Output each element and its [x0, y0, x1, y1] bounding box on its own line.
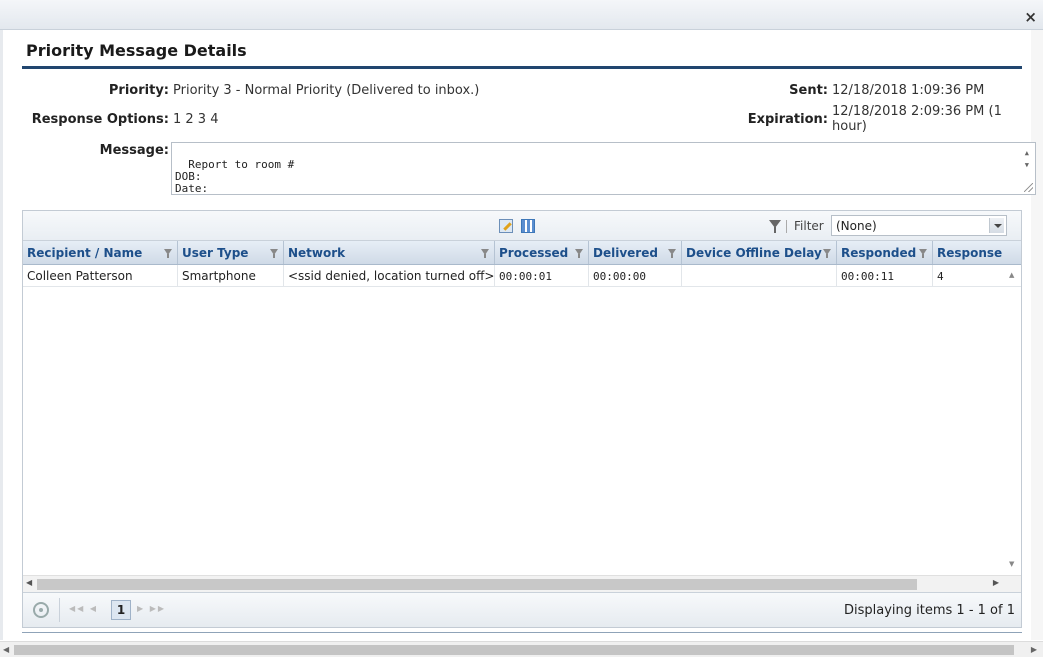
message-textarea[interactable]: Report to room # DOB: Date: ▲ ▼ — [171, 142, 1036, 195]
toolbar-separator — [786, 220, 787, 233]
filter-icon[interactable] — [575, 249, 583, 258]
cell-user-type: Smartphone — [178, 265, 284, 287]
table-row[interactable]: Colleen Patterson Smartphone <ssid denie… — [23, 265, 1021, 287]
column-header-response[interactable]: Response — [933, 241, 1021, 264]
column-header-label: Delivered — [593, 246, 658, 260]
filter-icon[interactable] — [668, 249, 676, 258]
title-divider — [22, 66, 1022, 69]
message-scroll-up-icon[interactable]: ▲ — [1025, 147, 1029, 159]
filter-select[interactable]: (None) — [831, 215, 1007, 236]
column-header-label: Recipient / Name — [27, 246, 143, 260]
filter-icon[interactable] — [164, 249, 172, 258]
grid-horizontal-scrollbar[interactable]: ◀ ▶ — [23, 575, 1021, 592]
pager-divider — [59, 598, 60, 622]
cell-recipient: Colleen Patterson — [23, 265, 178, 287]
priority-value: Priority 3 - Normal Priority (Delivered … — [173, 83, 480, 98]
first-prev-page-icon[interactable]: ◀◀ ◀ — [69, 604, 98, 613]
pager-info: Displaying items 1 - 1 of 1 — [844, 603, 1015, 618]
window-left-edge — [0, 30, 3, 640]
column-header-network[interactable]: Network — [284, 241, 495, 264]
sent-label: Sent: — [789, 83, 828, 98]
scroll-left-icon[interactable]: ◀ — [3, 645, 9, 654]
cell-network: <ssid denied, location turned off> — [284, 265, 495, 287]
filter-icon[interactable] — [270, 249, 278, 258]
grid-toolbar: Filter (None) — [23, 211, 1021, 241]
scroll-right-icon[interactable]: ▶ — [1031, 645, 1037, 654]
cell-responded: 00:00:11 — [837, 265, 933, 287]
columns-icon[interactable] — [521, 219, 535, 233]
recipients-grid: Filter (None) Recipient / Name User Type… — [22, 210, 1022, 628]
grid-scroll-up-icon[interactable]: ▲ — [1009, 271, 1014, 279]
page-title: Priority Message Details — [26, 41, 247, 60]
filter-icon[interactable] — [919, 249, 927, 258]
filter-icon[interactable] — [481, 249, 489, 258]
column-header-processed[interactable]: Processed — [495, 241, 589, 264]
current-page-button[interactable]: 1 — [111, 600, 131, 620]
expiration-value: 12/18/2018 2:09:36 PM (1 hour) — [832, 104, 1002, 134]
response-options-value: 1 2 3 4 — [173, 112, 219, 127]
clear-filter-icon[interactable] — [769, 220, 781, 233]
filter-select-value: (None) — [836, 219, 877, 233]
refresh-icon[interactable] — [33, 602, 49, 618]
cell-device-offline-delay — [682, 265, 837, 287]
resize-grip-icon[interactable] — [1024, 183, 1033, 192]
column-header-user-type[interactable]: User Type — [178, 241, 284, 264]
grid-scroll-down-icon[interactable]: ▼ — [1009, 560, 1014, 568]
filter-label: Filter — [794, 219, 824, 233]
expiration-label: Expiration: — [747, 112, 828, 127]
sent-value: 12/18/2018 1:09:36 PM — [832, 83, 985, 98]
column-header-label: Processed — [499, 246, 569, 260]
message-scroll-down-icon[interactable]: ▼ — [1025, 159, 1029, 171]
expiration-value-line2: hour) — [832, 119, 867, 134]
scroll-right-icon[interactable]: ▶ — [993, 578, 999, 587]
grid-pager: ◀◀ ◀ 1 ▶ ▶▶ Displaying items 1 - 1 of 1 — [23, 592, 1021, 627]
column-header-label: Network — [288, 246, 346, 260]
column-header-responded[interactable]: Responded — [837, 241, 933, 264]
scrollbar-thumb[interactable] — [37, 579, 917, 590]
column-header-delivered[interactable]: Delivered — [589, 241, 682, 264]
column-header-label: User Type — [182, 246, 249, 260]
column-header-label: Response — [937, 246, 1003, 260]
column-header-label: Device Offline Delay — [686, 246, 822, 260]
footer-divider — [22, 632, 1022, 633]
response-options-label: Response Options: — [31, 112, 169, 127]
expiration-value-line1: 12/18/2018 2:09:36 PM (1 — [832, 104, 1002, 119]
message-text: Report to room # DOB: Date: — [175, 158, 295, 195]
window-titlebar: × — [0, 0, 1043, 30]
message-label: Message: — [99, 143, 169, 158]
column-header-device-offline-delay[interactable]: Device Offline Delay — [682, 241, 837, 264]
grid-header: Recipient / Name User Type Network Proce… — [23, 241, 1021, 265]
cell-delivered: 00:00:00 — [589, 265, 682, 287]
cell-response: 4 — [937, 270, 944, 283]
chevron-down-icon[interactable] — [989, 218, 1004, 233]
scrollbar-thumb[interactable] — [14, 645, 1014, 655]
close-icon[interactable]: × — [1024, 10, 1037, 25]
window-vertical-scrollbar[interactable] — [1031, 30, 1043, 640]
cell-processed: 00:00:01 — [495, 265, 589, 287]
edit-icon[interactable] — [499, 219, 513, 233]
priority-label: Priority: — [108, 83, 169, 98]
scroll-left-icon[interactable]: ◀ — [26, 578, 32, 587]
column-header-label: Responded — [841, 246, 917, 260]
filter-icon[interactable] — [823, 249, 831, 258]
next-last-page-icon[interactable]: ▶ ▶▶ — [137, 604, 166, 613]
column-header-recipient[interactable]: Recipient / Name — [23, 241, 178, 264]
window-horizontal-scrollbar[interactable]: ◀ ▶ — [0, 641, 1043, 657]
